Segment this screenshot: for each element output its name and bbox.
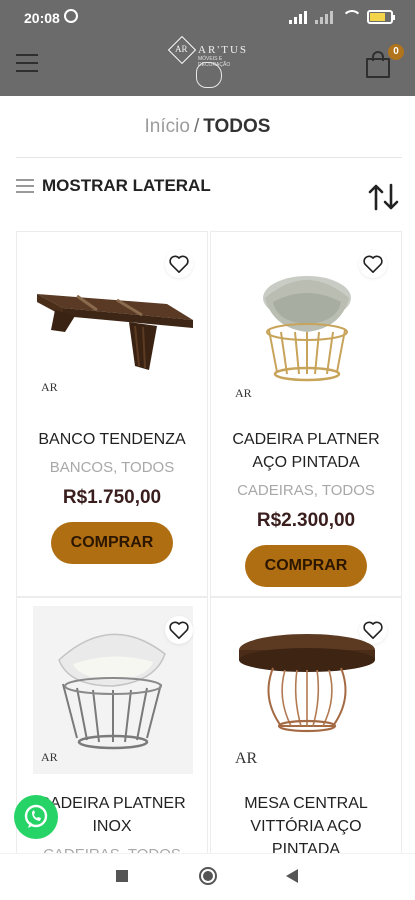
product-categories[interactable]: CADEIRAS, TODOS bbox=[217, 482, 395, 499]
home-icon[interactable] bbox=[199, 867, 217, 885]
product-card[interactable]: AR CADEIRA PLATNER AÇO PINTADA CADEIRAS,… bbox=[210, 231, 402, 597]
logo-wordmark: AR'TUS bbox=[198, 44, 249, 56]
product-name[interactable]: CADEIRA PLATNER AÇO PINTADA bbox=[217, 428, 395, 474]
show-sidebar-label: MOSTRAR LATERAL bbox=[42, 176, 211, 195]
system-nav-bar bbox=[0, 853, 415, 900]
product-card[interactable]: AR MESA CENTRAL VITTÓRIA AÇO PINTADA bbox=[210, 597, 402, 871]
breadcrumb-current: TODOS bbox=[203, 116, 271, 137]
signal-secondary-icon bbox=[315, 10, 333, 24]
back-icon[interactable] bbox=[286, 869, 298, 883]
product-price: R$1.750,00 bbox=[62, 487, 162, 508]
heart-icon[interactable] bbox=[165, 616, 193, 644]
divider bbox=[16, 157, 402, 158]
breadcrumb-separator: / bbox=[193, 116, 200, 137]
brand-mark: AR bbox=[235, 386, 252, 400]
logo-badge-text: AR bbox=[175, 44, 188, 54]
alarm-icon bbox=[64, 9, 78, 23]
app-header: AR AR'TUS MÓVEIS E DECORAÇÃO bbox=[0, 35, 415, 96]
breadcrumb-home-link[interactable]: Início bbox=[145, 116, 190, 137]
cart-count-badge: 0 bbox=[388, 44, 404, 60]
brand-mark: AR bbox=[41, 380, 58, 394]
status-time: 20:08 bbox=[24, 10, 60, 26]
product-grid: AR BANCO TENDENZA BANCOS, TODOS R$1.750,… bbox=[16, 231, 402, 871]
product-price: R$2.300,00 bbox=[256, 510, 356, 531]
brand-mark: AR bbox=[41, 750, 58, 764]
breadcrumb: Início / TODOS bbox=[0, 116, 415, 138]
heart-icon[interactable] bbox=[165, 250, 193, 278]
whatsapp-icon[interactable] bbox=[14, 795, 58, 839]
sort-icon[interactable] bbox=[367, 182, 401, 212]
wifi-icon bbox=[341, 10, 362, 24]
signal-icon bbox=[289, 10, 307, 24]
filter-lines-icon bbox=[16, 179, 34, 193]
heart-icon[interactable] bbox=[359, 250, 387, 278]
battery-icon bbox=[367, 10, 395, 24]
product-card[interactable]: AR BANCO TENDENZA BANCOS, TODOS R$1.750,… bbox=[16, 231, 208, 597]
show-sidebar-button[interactable]: MOSTRAR LATERAL bbox=[16, 176, 211, 196]
site-logo[interactable]: AR AR'TUS MÓVEIS E DECORAÇÃO bbox=[167, 35, 249, 92]
buy-button[interactable]: COMPRAR bbox=[245, 545, 367, 587]
product-name[interactable]: BANCO TENDENZA bbox=[23, 428, 201, 451]
brand-mark: AR bbox=[235, 750, 258, 767]
product-categories[interactable]: BANCOS, TODOS bbox=[23, 459, 201, 476]
product-name[interactable]: MESA CENTRAL VITTÓRIA AÇO PINTADA bbox=[217, 792, 395, 861]
recents-icon[interactable] bbox=[116, 870, 128, 882]
logo-figure-icon bbox=[196, 62, 222, 88]
buy-button[interactable]: COMPRAR bbox=[51, 522, 173, 564]
heart-icon[interactable] bbox=[359, 616, 387, 644]
menu-icon[interactable] bbox=[16, 54, 38, 72]
status-bar: 20:08 bbox=[0, 0, 415, 36]
